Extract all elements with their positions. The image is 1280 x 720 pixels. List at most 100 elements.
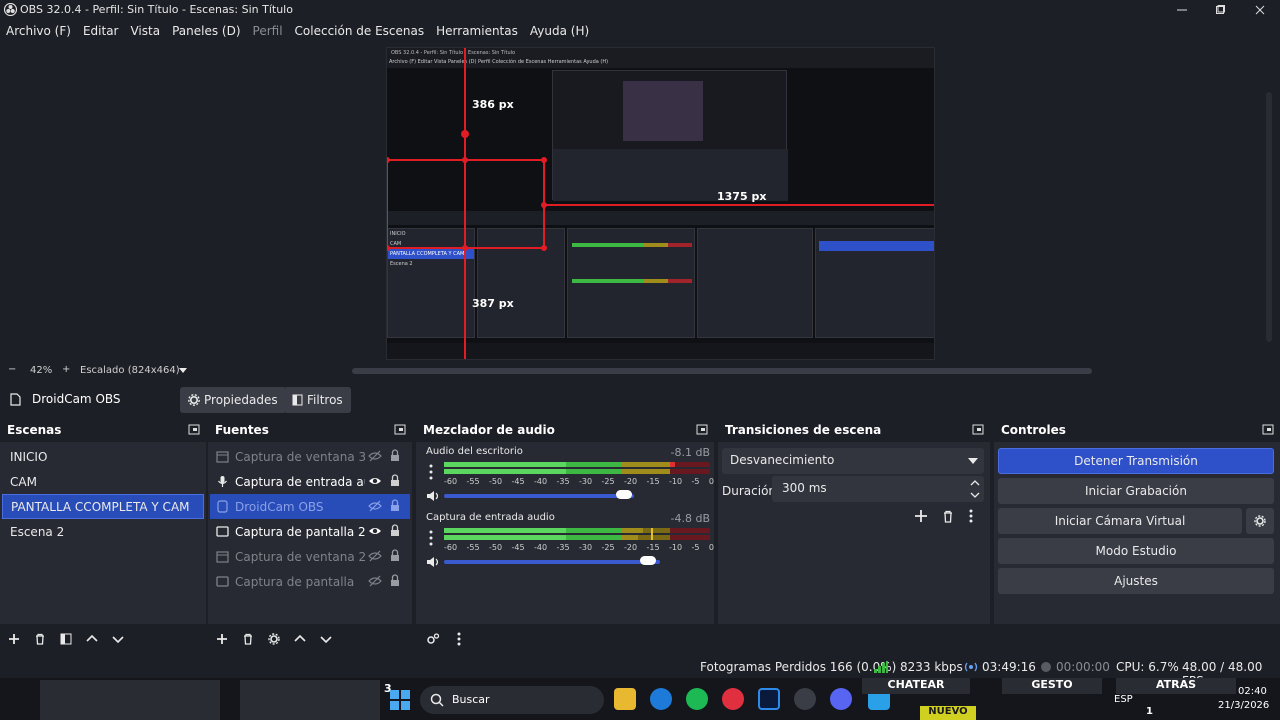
more-vertical-icon[interactable] — [428, 464, 434, 480]
eye-hidden-icon[interactable] — [368, 450, 382, 462]
windows-start-icon[interactable] — [390, 690, 410, 710]
zoom-out-button[interactable]: − — [8, 364, 16, 375]
filters-button[interactable]: Filtros — [284, 387, 351, 413]
edge-icon[interactable] — [650, 688, 672, 710]
menu-ayuda[interactable]: Ayuda (H) — [524, 24, 595, 38]
lock-icon[interactable] — [390, 449, 400, 462]
preview-area[interactable]: OBS 32.0.4 - Perfil: Sin Título - Escena… — [0, 42, 1280, 362]
advanced-audio-gear-icon[interactable] — [426, 633, 440, 645]
add-icon[interactable] — [914, 509, 928, 523]
properties-button[interactable]: Propiedades — [180, 387, 286, 413]
spinner-arrows-icon[interactable] — [970, 478, 980, 500]
lock-icon[interactable] — [390, 549, 400, 562]
speaker-icon[interactable] — [426, 556, 440, 568]
obs-taskbar-icon[interactable] — [794, 688, 816, 710]
menu-archivo[interactable]: Archivo (F) — [0, 24, 77, 38]
lock-icon[interactable] — [390, 524, 400, 537]
volume-knob[interactable] — [616, 490, 632, 499]
lock-icon[interactable] — [390, 574, 400, 587]
speaker-icon[interactable] — [426, 490, 440, 502]
menu-vista[interactable]: Vista — [124, 24, 166, 38]
source-item[interactable]: Captura de entrada audio — [210, 469, 410, 494]
eye-icon[interactable] — [368, 525, 382, 537]
gear-icon[interactable] — [268, 633, 280, 645]
menu-perfil[interactable]: Perfil — [247, 24, 289, 38]
language-indicator[interactable]: ESP — [1114, 694, 1133, 705]
taskbar-badge: 1 — [1146, 706, 1153, 717]
scale-mode[interactable]: Escalado (824x464) — [80, 365, 180, 376]
source-item[interactable]: Captura de ventana 2 — [210, 544, 410, 569]
sources-title: Fuentes — [208, 420, 412, 442]
source-item[interactable]: DroidCam OBS — [210, 494, 410, 519]
settings-button[interactable]: Ajustes — [998, 568, 1274, 594]
start-recording-button[interactable]: Iniciar Grabación — [998, 478, 1274, 504]
eye-icon[interactable] — [368, 475, 382, 487]
scene-item[interactable]: Escena 2 — [2, 519, 204, 544]
lock-icon[interactable] — [390, 499, 400, 512]
eye-hidden-icon[interactable] — [368, 575, 382, 587]
studio-mode-button[interactable]: Modo Estudio — [998, 538, 1274, 564]
scene-item[interactable]: CAM — [2, 469, 204, 494]
chevron-up-icon[interactable] — [86, 633, 98, 645]
file-explorer-icon[interactable] — [614, 688, 636, 710]
spotify-icon[interactable] — [686, 688, 708, 710]
menu-editar[interactable]: Editar — [77, 24, 125, 38]
search-label: Buscar — [452, 693, 490, 706]
undock-icon[interactable] — [1262, 424, 1274, 436]
menu-herramientas[interactable]: Herramientas — [430, 24, 524, 38]
more-vertical-icon[interactable] — [428, 530, 434, 546]
undock-icon[interactable] — [188, 424, 200, 436]
lock-icon[interactable] — [390, 474, 400, 487]
dropped-frames: Fotogramas Perdidos 166 (0.0%) — [700, 660, 897, 674]
source-item[interactable]: Captura de pantalla 2 — [210, 519, 410, 544]
stop-streaming-button[interactable]: Detener Transmisión — [998, 448, 1274, 474]
source-item[interactable]: Captura de ventana 3 — [210, 444, 410, 469]
meter-scale: -60 -55 -50 -45 -40 -35 -30 -25 -20 -15 -10 -5 0 — [444, 543, 714, 552]
undock-icon[interactable] — [696, 424, 708, 436]
start-virtual-camera-button[interactable]: Iniciar Cámara Virtual — [998, 508, 1242, 534]
source-item[interactable]: Captura de pantalla — [210, 569, 410, 594]
channel-db: -8.1 dB — [670, 446, 711, 459]
transition-select[interactable]: Desvanecimiento — [722, 448, 984, 474]
volume-knob[interactable] — [640, 556, 656, 565]
undock-icon[interactable] — [972, 424, 984, 436]
undock-icon[interactable] — [394, 424, 406, 436]
menu-coleccion-escenas[interactable]: Colección de Escenas — [289, 24, 431, 38]
minimize-button[interactable] — [1162, 0, 1202, 20]
eye-hidden-icon[interactable] — [368, 550, 382, 562]
chevron-down-icon[interactable] — [178, 365, 188, 375]
eye-hidden-icon[interactable] — [368, 500, 382, 512]
preview-hscroll[interactable] — [352, 368, 1092, 374]
add-icon[interactable] — [8, 633, 20, 645]
trash-icon[interactable] — [34, 633, 46, 645]
duration-input[interactable]: 300 ms — [772, 476, 984, 502]
add-icon[interactable] — [216, 633, 228, 645]
virtual-camera-settings-button[interactable] — [1246, 508, 1274, 534]
preview-vscroll[interactable] — [1266, 92, 1272, 342]
trash-icon[interactable] — [942, 510, 954, 523]
preview-canvas[interactable]: OBS 32.0.4 - Perfil: Sin Título - Escena… — [386, 47, 935, 360]
maximize-button[interactable] — [1200, 0, 1240, 20]
properties-label: Propiedades — [204, 393, 278, 407]
close-button[interactable] — [1240, 0, 1280, 20]
chevron-up-icon[interactable] — [294, 633, 306, 645]
guide-overlay — [387, 48, 934, 359]
chevron-down-icon[interactable] — [112, 633, 124, 645]
trash-icon[interactable] — [242, 633, 254, 645]
scene-item[interactable]: PANTALLA CCOMPLETA Y CAM — [2, 494, 204, 519]
app-icon[interactable] — [722, 688, 744, 710]
scene-item[interactable]: INICIO — [2, 444, 204, 469]
filter-icon[interactable] — [60, 633, 72, 645]
volume-slider[interactable] — [444, 494, 634, 498]
more-vertical-icon[interactable] — [456, 632, 462, 646]
chevron-down-icon[interactable] — [320, 633, 332, 645]
clock-time[interactable]: 02:40 — [1238, 686, 1267, 697]
clock-date[interactable]: 21/3/2026 — [1218, 700, 1269, 711]
taskbar-search[interactable]: Buscar — [420, 686, 604, 714]
photoshop-icon[interactable] — [758, 688, 780, 710]
discord-icon[interactable] — [830, 688, 852, 710]
menu-paneles[interactable]: Paneles (D) — [166, 24, 246, 38]
volume-slider[interactable] — [444, 560, 660, 564]
zoom-in-button[interactable]: + — [62, 364, 70, 375]
more-vertical-icon[interactable] — [968, 509, 974, 523]
